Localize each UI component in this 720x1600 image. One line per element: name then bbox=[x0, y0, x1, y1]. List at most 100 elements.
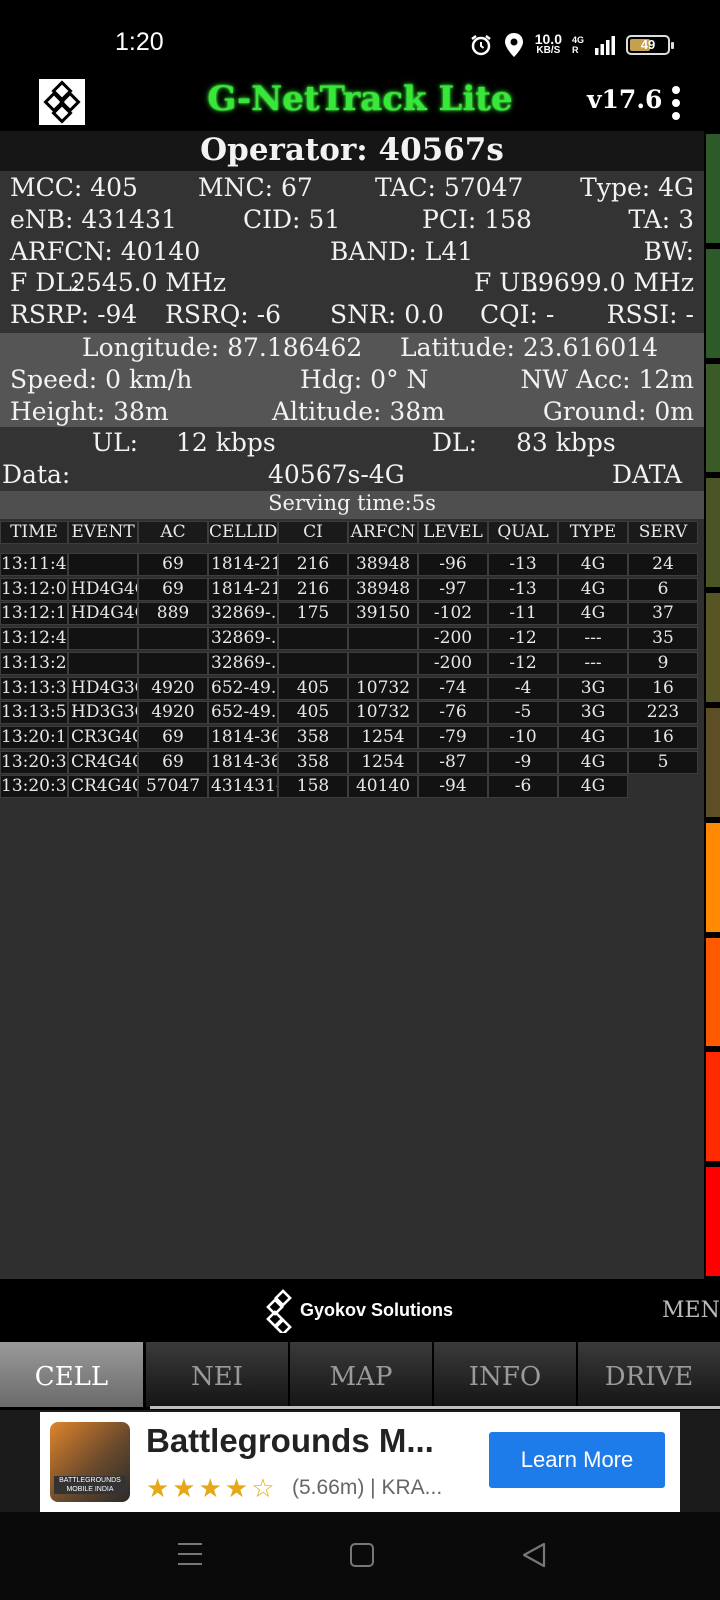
dl-value: 83 kbps bbox=[516, 428, 616, 457]
tab-map[interactable]: MAP bbox=[290, 1342, 432, 1407]
gps-block: Longitude: 87.186462 Latitude: 23.616014… bbox=[0, 333, 704, 427]
cell-type: 4G bbox=[558, 602, 628, 626]
network-speed: 10.0 KB/S bbox=[534, 31, 562, 56]
header-type: TYPE bbox=[558, 521, 628, 544]
brand-name: Gyokov Solutions bbox=[300, 1300, 454, 1320]
cell-type: --- bbox=[558, 651, 628, 675]
ad-card[interactable]: BATTLEGROUNDS MOBILE INDIA Battlegrounds… bbox=[40, 1412, 680, 1512]
type-value: Type: 4G bbox=[580, 173, 694, 202]
cqi-value: CQI: - bbox=[480, 300, 555, 329]
band-value: BAND: L41 bbox=[330, 237, 474, 266]
ad-title[interactable]: Battlegrounds M... bbox=[146, 1422, 434, 1460]
header-level: LEVEL bbox=[418, 521, 488, 544]
ad-app-image[interactable]: BATTLEGROUNDS MOBILE INDIA bbox=[50, 1422, 130, 1502]
speed-value: 10.0 bbox=[534, 31, 562, 47]
ad-banner: BATTLEGROUNDS MOBILE INDIA Battlegrounds… bbox=[0, 1410, 720, 1512]
recent-apps-icon[interactable] bbox=[178, 1543, 202, 1567]
cell-ci: 216 bbox=[278, 577, 348, 601]
signal-segment bbox=[706, 363, 720, 473]
data-block: UL: 12 kbps DL: 83 kbps Data: 40567s-4G … bbox=[0, 427, 704, 491]
cell-time: 13:12:06 bbox=[0, 577, 68, 601]
tab-cell[interactable]: CELL bbox=[0, 1342, 143, 1407]
cell-qual: -6 bbox=[488, 775, 558, 799]
cell-level: -102 bbox=[418, 602, 488, 626]
cell-event bbox=[68, 651, 138, 675]
cell-serv: 5 bbox=[628, 750, 698, 774]
learn-more-button[interactable]: Learn More bbox=[489, 1432, 665, 1488]
cell-type: --- bbox=[558, 627, 628, 651]
operator-label: Operator: 40567s bbox=[200, 132, 504, 168]
cid-value: CID: 51 bbox=[243, 205, 341, 234]
cell-ci: 358 bbox=[278, 750, 348, 774]
cell-qual: -4 bbox=[488, 676, 558, 700]
cell-ci: 405 bbox=[278, 701, 348, 725]
signal-segment bbox=[706, 134, 720, 243]
kebab-menu-icon[interactable] bbox=[664, 83, 688, 121]
fdl-value: 2545.0 MHz bbox=[70, 268, 226, 297]
cell-ac: 4920 bbox=[138, 701, 208, 725]
serving-time: Serving time:5s bbox=[0, 491, 704, 519]
cell-ci bbox=[278, 627, 348, 651]
cell-level: -96 bbox=[418, 553, 488, 576]
signal-segment bbox=[706, 593, 720, 702]
back-icon[interactable] bbox=[521, 1541, 547, 1569]
cell-time: 13:13:37 bbox=[0, 676, 68, 700]
cell-cellid: 1814-21 bbox=[208, 553, 278, 576]
cell-panel: Operator: 40567s MCC: 405 MNC: 67 TAC: 5… bbox=[0, 131, 704, 1279]
signal-segment bbox=[706, 937, 720, 1047]
latitude-value: Latitude: 23.616014 bbox=[400, 333, 659, 362]
gyokov-diamond-icon bbox=[266, 1289, 292, 1333]
ful-value: 39699.0 MHz bbox=[522, 268, 694, 297]
location-icon bbox=[504, 33, 523, 57]
cell-ac: 4920 bbox=[138, 676, 208, 700]
rsrp-value: RSRP: -94 bbox=[10, 300, 138, 329]
cell-serv: 16 bbox=[628, 676, 698, 700]
cell-type: 4G bbox=[558, 750, 628, 774]
tab-info[interactable]: INFO bbox=[434, 1342, 576, 1407]
cell-type: 4G bbox=[558, 577, 628, 601]
tab-drive[interactable]: DRIVE bbox=[578, 1342, 720, 1407]
cell-ac bbox=[138, 627, 208, 651]
cell-serv: 223 bbox=[628, 701, 698, 725]
cell-ci: 175 bbox=[278, 602, 348, 626]
tab-nei[interactable]: NEI bbox=[146, 1342, 288, 1407]
cell-event: HD4G4G bbox=[68, 577, 138, 601]
cell-type: 4G bbox=[558, 725, 628, 749]
cell-ci: 405 bbox=[278, 676, 348, 700]
cell-type: 4G bbox=[558, 553, 628, 576]
header-qual: QUAL bbox=[488, 521, 558, 544]
cell-arfcn: 40140 bbox=[348, 775, 418, 799]
home-icon[interactable] bbox=[350, 1543, 374, 1567]
rssi-value: RSSI: - bbox=[606, 300, 694, 329]
mnc-value: MNC: 67 bbox=[198, 173, 313, 202]
cell-cellid: 32869-.. bbox=[208, 627, 278, 651]
cell-cellid: 652-49.. bbox=[208, 676, 278, 700]
cell-arfcn: 10732 bbox=[348, 676, 418, 700]
header-ac: AC bbox=[138, 521, 208, 544]
cell-serv: 16 bbox=[628, 725, 698, 749]
menu-button[interactable]: MENU bbox=[662, 1298, 720, 1323]
cell-event bbox=[68, 553, 138, 576]
cell-serv: 37 bbox=[628, 602, 698, 626]
cell-level: -79 bbox=[418, 725, 488, 749]
dl-label: DL: bbox=[432, 428, 478, 457]
cell-event: HD3G3G bbox=[68, 701, 138, 725]
signal-segment bbox=[706, 1167, 720, 1276]
ul-value: 12 kbps bbox=[176, 428, 276, 457]
cell-ac: 57047 bbox=[138, 775, 208, 799]
cell-arfcn: 1254 bbox=[348, 750, 418, 774]
cell-qual: -13 bbox=[488, 577, 558, 601]
app-bar: G-NetTrack Lite v17.6 bbox=[0, 75, 720, 131]
cell-qual: -10 bbox=[488, 725, 558, 749]
cell-level: -200 bbox=[418, 651, 488, 675]
cell-ac: 69 bbox=[138, 725, 208, 749]
cell-arfcn: 39150 bbox=[348, 602, 418, 626]
cell-ci: 158 bbox=[278, 775, 348, 799]
cell-arfcn: 38948 bbox=[348, 577, 418, 601]
speed-value: Speed: 0 km/h bbox=[10, 365, 193, 394]
signal-segment bbox=[706, 708, 720, 817]
cell-type: 3G bbox=[558, 701, 628, 725]
nw-accuracy-value: NW Acc: 12m bbox=[520, 365, 694, 394]
cell-cellid: 652-49.. bbox=[208, 701, 278, 725]
status-time: 1:20 bbox=[115, 28, 164, 56]
